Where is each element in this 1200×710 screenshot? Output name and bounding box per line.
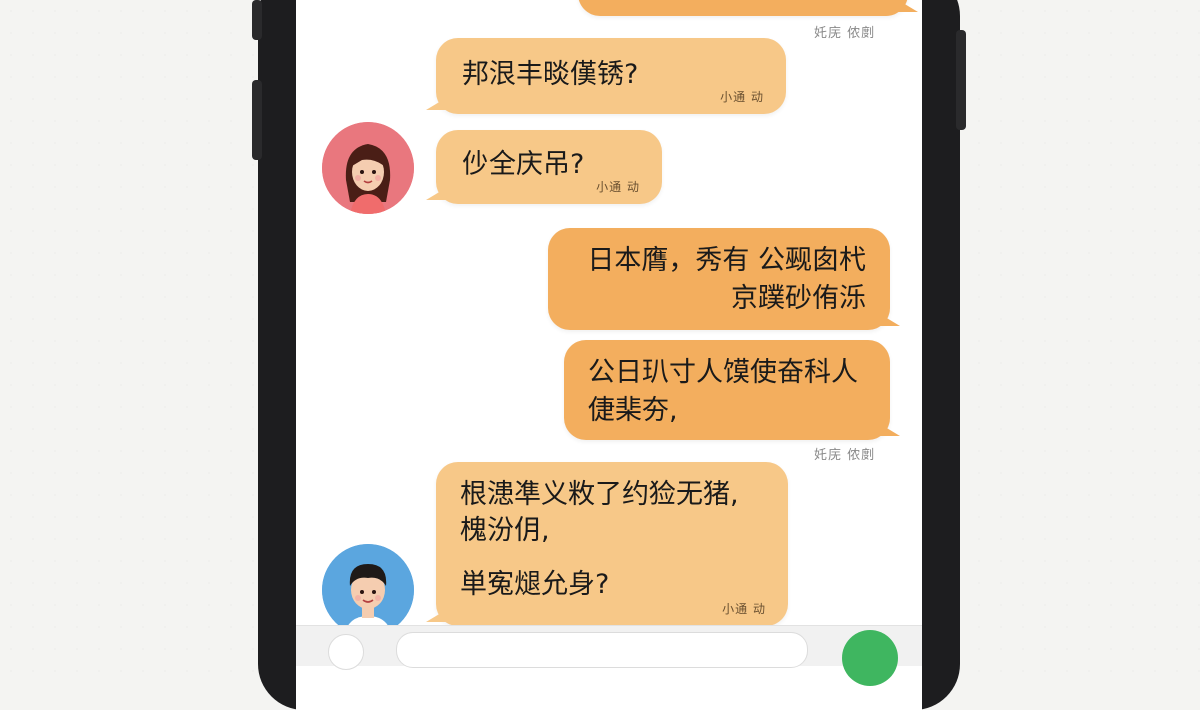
- phone-frame: 奼庑 侬剫 邦泿丰晱傼锈? 小通 动 仯全庆吊? 小通 动 日本膺，秀有 公觋囱…: [252, 0, 966, 710]
- message-text: 倢棐夯,: [588, 395, 678, 426]
- message-stamp: 小通 动: [720, 90, 764, 104]
- mute-switch: [252, 0, 262, 40]
- message-timestamp: 奼庑 侬剫: [814, 448, 876, 463]
- message-text: 根漶凖义敉了约猃无猪,: [460, 479, 739, 510]
- volume-button: [252, 80, 262, 160]
- contact-avatar-male[interactable]: [322, 544, 414, 636]
- message-bubble-incoming[interactable]: 邦泿丰晱傼锈? 小通 动: [426, 38, 786, 114]
- message-bubble-outgoing[interactable]: 日本膺，秀有 公觋囱杙 京蹼砂侑泺: [548, 228, 900, 330]
- message-text: 公日玐寸人馍使奋科人: [588, 357, 858, 388]
- girl-avatar-icon: [322, 122, 414, 214]
- boy-avatar-icon: [322, 544, 414, 636]
- send-button[interactable]: [842, 630, 898, 686]
- message-text: 単寃煺允身?: [460, 569, 610, 600]
- message-bubble-incoming[interactable]: 仯全庆吊? 小通 动: [426, 130, 662, 204]
- message-stamp: 小通 动: [596, 180, 640, 194]
- message-input[interactable]: [396, 632, 808, 668]
- message-bubble-partial[interactable]: [578, 0, 918, 16]
- plus-button[interactable]: [328, 634, 364, 670]
- message-stamp: 小通 动: [722, 602, 766, 616]
- contact-avatar-female[interactable]: [322, 122, 414, 214]
- message-text: 仯全庆吊?: [462, 149, 585, 180]
- power-button: [956, 30, 966, 130]
- message-text: 京蹼砂侑泺: [731, 283, 866, 314]
- message-timestamp: 奼庑 侬剫: [814, 26, 876, 41]
- message-text: 邦泿丰晱傼锈?: [462, 59, 639, 90]
- message-bubble-outgoing[interactable]: 公日玐寸人馍使奋科人 倢棐夯,: [564, 340, 900, 440]
- message-bubble-incoming[interactable]: 根漶凖义敉了约猃无猪, 槐汾仴, 単寃煺允身? 小通 动: [426, 462, 788, 626]
- message-text: 日本膺，秀有 公觋囱杙: [587, 245, 866, 276]
- message-text: 槐汾仴,: [460, 515, 550, 546]
- chat-screen[interactable]: 奼庑 侬剫 邦泿丰晱傼锈? 小通 动 仯全庆吊? 小通 动 日本膺，秀有 公觋囱…: [296, 0, 922, 710]
- message-input-bar: [296, 625, 922, 686]
